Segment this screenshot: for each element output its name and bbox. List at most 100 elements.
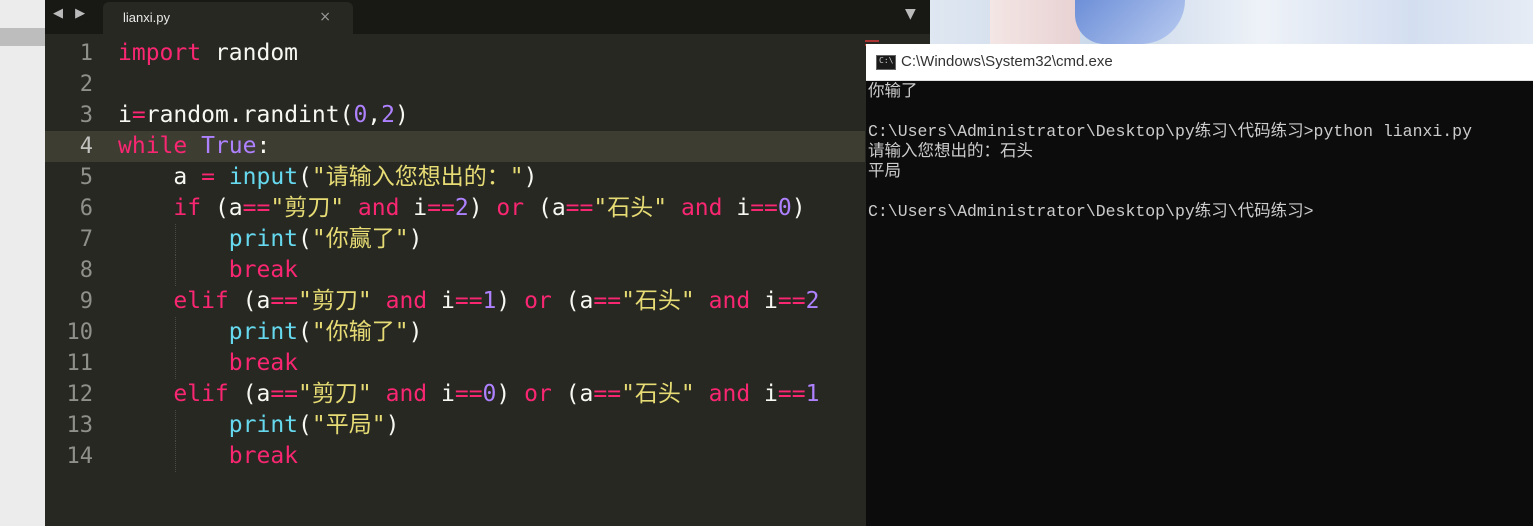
code-line[interactable]: 2: [45, 69, 865, 100]
chevron-down-icon[interactable]: ▼: [905, 6, 916, 22]
code-line[interactable]: 11 break: [45, 348, 865, 379]
code-token: or: [524, 288, 552, 314]
cmd-output-line: C:\Users\Administrator\Desktop\py练习\代码练习…: [868, 202, 1314, 221]
code-text: if (a=="剪刀" and i==2) or (a=="石头" and i=…: [118, 193, 806, 224]
code-token: elif: [173, 288, 229, 314]
code-area[interactable]: 1 import random 2 3 i=random.randint(0,2) 4 wh…: [45, 38, 865, 472]
code-text: a = input("请输入您想出的："): [118, 162, 537, 193]
code-text: break: [118, 348, 298, 379]
code-line[interactable]: 8 break: [45, 255, 865, 286]
code-line[interactable]: 14 break: [45, 441, 865, 472]
tab-title: lianxi.py: [123, 10, 170, 25]
code-line[interactable]: 1 import random: [45, 38, 865, 69]
code-line[interactable]: 6 if (a=="剪刀" and i==2) or (a=="石头" and …: [45, 193, 865, 224]
code-token: (a: [201, 195, 243, 221]
cmd-output-line: [868, 102, 1528, 122]
code-token: :: [256, 133, 271, 159]
code-token: ): [408, 319, 423, 345]
line-number: 5: [79, 165, 93, 190]
code-token: ): [523, 164, 538, 190]
cmd-output-line: 请输入您想出的：石头: [868, 142, 1033, 161]
code-line[interactable]: 12 elif (a=="剪刀" and i==0) or (a=="石头" a…: [45, 379, 865, 410]
code-token: random.randint(: [145, 102, 354, 128]
code-text: while True:: [118, 131, 270, 162]
code-token: (: [298, 164, 312, 190]
code-token: and: [385, 381, 428, 407]
desktop-wallpaper: [930, 0, 1533, 44]
close-icon[interactable]: ×: [319, 9, 331, 25]
code-line[interactable]: 9 elif (a=="剪刀" and i==1) or (a=="石头" an…: [45, 286, 865, 317]
cmd-titlebar[interactable]: C:\ C:\Windows\System32\cmd.exe: [866, 44, 1533, 81]
tab-nav-arrows-icon[interactable]: ◀ ▶: [53, 6, 89, 21]
cmd-output-line: 平局: [868, 162, 901, 181]
code-line[interactable]: 10 print("你输了"): [45, 317, 865, 348]
code-token: (: [298, 412, 312, 438]
cmd-output[interactable]: 你输了 C:\Users\Administrator\Desktop\py练习\代…: [868, 82, 1528, 222]
code-token: "石头": [593, 195, 668, 221]
cmd-window: C:\ C:\Windows\System32\cmd.exe 你输了 C:\Us…: [866, 44, 1533, 526]
code-token: ==: [777, 288, 806, 314]
line-number: 13: [66, 413, 94, 438]
code-token: "请输入您想出的：": [311, 164, 524, 190]
code-token: "剪刀": [298, 381, 372, 407]
line-number: 4: [79, 134, 93, 159]
code-token: "剪刀": [298, 288, 372, 314]
cmd-output-line: [868, 182, 1528, 202]
code-token: (: [298, 226, 312, 252]
code-token: "石头": [621, 288, 695, 314]
code-line[interactable]: 5 a = input("请输入您想出的："): [45, 162, 865, 193]
code-token: i: [722, 195, 751, 221]
code-token: 2: [381, 102, 396, 128]
code-token: (a: [551, 288, 594, 314]
code-token: 2: [805, 288, 820, 314]
line-number: 11: [66, 351, 94, 376]
code-text: print("平局"): [118, 410, 400, 441]
code-text: print("你输了"): [118, 317, 423, 348]
code-token: 0: [353, 102, 368, 128]
code-token: =: [201, 164, 215, 190]
code-token: print: [228, 319, 299, 345]
terminal-icon: C:\: [876, 55, 896, 70]
line-number: 1: [79, 41, 93, 66]
code-line[interactable]: 7 print("你赢了"): [45, 224, 865, 255]
code-token: and: [680, 195, 723, 221]
code-token: print: [228, 226, 299, 252]
code-token: ): [496, 381, 525, 407]
line-number: 10: [66, 320, 94, 345]
code-token: ): [791, 195, 806, 221]
line-number: 12: [66, 382, 94, 407]
code-token: True: [201, 133, 257, 159]
code-token: ): [408, 226, 423, 252]
wallpaper-art-figure: [1075, 0, 1185, 44]
code-token: (a: [551, 381, 594, 407]
code-line[interactable]: 4 while True:: [45, 131, 865, 162]
code-token: and: [385, 288, 428, 314]
code-line[interactable]: 3 i=random.randint(0,2): [45, 100, 865, 131]
code-text: i=random.randint(0,2): [118, 100, 409, 131]
code-token: i: [750, 288, 778, 314]
code-text: break: [118, 441, 298, 472]
code-line[interactable]: 13 print("平局"): [45, 410, 865, 441]
code-token: print: [228, 412, 299, 438]
code-token: ==: [565, 195, 594, 221]
code-token: "剪刀": [270, 195, 345, 221]
code-token: elif: [173, 381, 229, 407]
tab-lianxi-py[interactable]: lianxi.py ×: [103, 2, 353, 34]
code-token: or: [496, 195, 525, 221]
line-number: 9: [79, 289, 93, 314]
code-token: random: [201, 40, 299, 66]
line-number: 14: [66, 444, 94, 469]
code-token: ==: [427, 195, 455, 221]
code-token: ==: [454, 288, 483, 314]
sublime-editor-window: ◀ ▶ lianxi.py × ▼ 1 import random 2 3 i=rand…: [45, 0, 930, 526]
tab-bar: ◀ ▶ lianxi.py × ▼: [45, 0, 930, 34]
code-token: and: [357, 195, 400, 221]
line-number: 8: [79, 258, 93, 283]
